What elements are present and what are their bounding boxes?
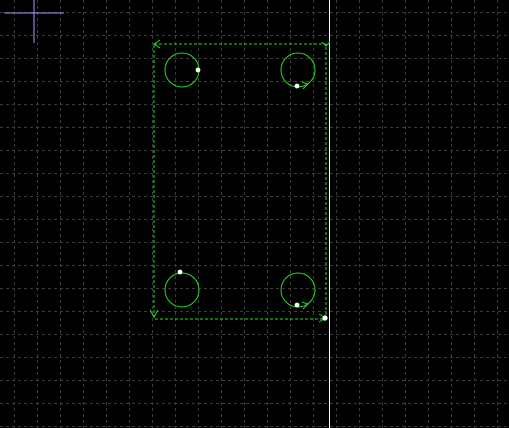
cam-viewport[interactable]	[0, 0, 509, 428]
contour-start-point	[322, 315, 328, 321]
viewport-background	[0, 0, 509, 428]
hole-start-point	[294, 302, 300, 308]
hole-start-point	[177, 269, 183, 275]
hole-start-point	[294, 83, 300, 89]
hole-start-point	[195, 67, 201, 73]
